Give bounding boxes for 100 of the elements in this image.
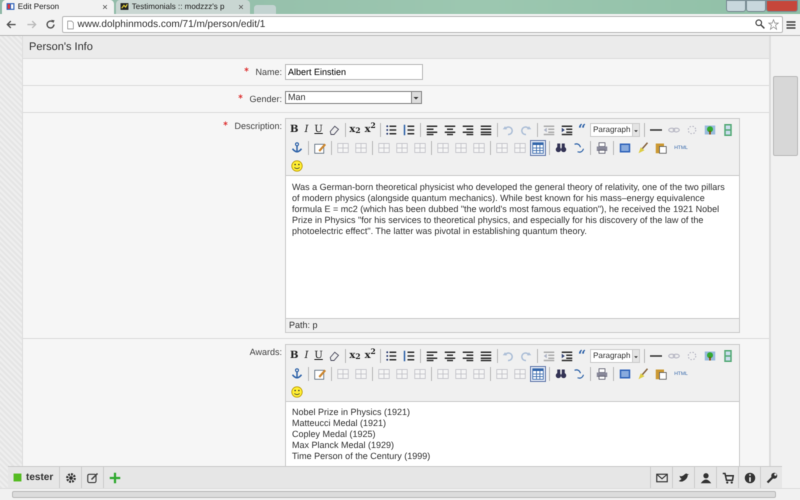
film-strip-icon	[722, 124, 734, 136]
table-grid-icon	[496, 368, 508, 380]
bold-button[interactable]: B	[289, 348, 300, 364]
edit-page-icon	[314, 368, 326, 380]
horizontal-scrollbar[interactable]	[0, 488, 800, 500]
table-grid-icon	[355, 368, 367, 380]
smiley-icon	[291, 386, 303, 398]
superscript-button[interactable]: x$^{2}$	[364, 348, 377, 364]
numbered-list-icon	[403, 350, 416, 362]
format-select[interactable]: Paragraph	[590, 122, 640, 136]
field-label: Gender:	[249, 94, 282, 104]
quote-button[interactable]: “	[577, 348, 588, 364]
panel-title: Person's Info	[23, 36, 769, 59]
undo-icon	[502, 124, 514, 136]
picture-icon	[704, 350, 716, 362]
redo-icon	[520, 124, 532, 136]
broom-icon	[637, 368, 649, 380]
numbered-list-icon	[403, 124, 416, 136]
cart-icon[interactable]	[722, 472, 734, 484]
outdent-icon	[543, 350, 555, 362]
printer-icon	[596, 142, 608, 154]
required-asterisk-icon	[244, 67, 250, 72]
plus-icon[interactable]	[108, 472, 121, 484]
picture-icon	[704, 124, 716, 136]
editor-text: Was a German-born theoretical physicist who developed the general theory of relativity, one of the two pillars of modern physics (alongside quantum mechanics). While best known for his mass–energy equivalence formula E = mc2 (which has been dubbed "the world's most famous equation"), he received the 1921 Nobel Prize in Physics "for his services to theoretical physics, and especially for his discovery of the law of the photoelectric effect". The latter was pivotal in establishing quantum theory.	[292, 182, 726, 236]
caret-icon	[633, 128, 640, 134]
align-left-icon	[426, 124, 438, 136]
mail-icon[interactable]	[656, 472, 668, 484]
table-grid-icon	[473, 368, 485, 380]
anchor-icon	[291, 368, 303, 380]
replace-arrows-icon	[573, 142, 585, 154]
underline-button[interactable]: U	[313, 348, 324, 364]
subscript-button[interactable]: x$_{2}$	[348, 122, 362, 138]
align-right-icon	[462, 350, 474, 362]
settings-icon[interactable]	[64, 472, 77, 484]
printer-icon	[596, 368, 608, 380]
field-label: Description:	[234, 120, 282, 130]
page-icon	[120, 2, 129, 12]
user-name[interactable]: tester	[22, 470, 60, 485]
user-icon[interactable]	[700, 472, 712, 484]
eraser-icon	[328, 124, 340, 136]
wrench-icon[interactable]	[766, 472, 778, 484]
quote-button[interactable]: “	[577, 122, 588, 138]
table-grid-icon	[414, 368, 426, 380]
minimize-button[interactable]	[726, 0, 746, 12]
table-grid-icon	[414, 142, 426, 154]
table-grid-icon	[437, 142, 449, 154]
scrollbar-thumb[interactable]	[12, 491, 776, 498]
url-field[interactable]: www.dolphinmods.com/71/m/person/edit/1	[62, 16, 782, 33]
edit-icon[interactable]	[86, 472, 99, 484]
scrollbar-thumb[interactable]	[773, 76, 798, 156]
table-button[interactable]	[530, 366, 546, 382]
redo-icon	[520, 350, 532, 362]
editor-text-line: Max Planck Medal (1929)	[292, 440, 396, 450]
smiley-button[interactable]	[289, 158, 305, 174]
align-center-icon	[444, 350, 456, 362]
superscript-button[interactable]: x$^{2}$	[364, 122, 377, 138]
italic-button[interactable]: I	[301, 122, 312, 138]
browser-tab[interactable]: Edit Person	[2, 0, 114, 14]
indent-icon	[561, 350, 573, 362]
editor-text-line: Time Person of the Century (1999)	[292, 450, 432, 462]
gender-select[interactable]: Man	[285, 91, 422, 104]
table-button[interactable]	[530, 140, 546, 156]
align-right-icon	[462, 124, 474, 136]
field-label: Name:	[255, 67, 282, 77]
menu-icon[interactable]	[785, 18, 798, 30]
vertical-scrollbar[interactable]	[770, 36, 800, 488]
print-button[interactable]	[594, 366, 610, 382]
bold-button[interactable]: B	[289, 122, 300, 138]
smiley-button[interactable]	[289, 384, 305, 400]
film-strip-icon	[722, 350, 734, 362]
subscript-button[interactable]: x$_{2}$	[348, 348, 362, 364]
back-icon[interactable]	[6, 19, 17, 30]
table-grid-icon	[337, 368, 349, 380]
table-grid-icon	[337, 142, 349, 154]
close-icon	[102, 4, 108, 10]
editor-text-line: Nobel Prize in Physics (1921)	[292, 406, 412, 418]
reload-icon[interactable]	[45, 19, 56, 30]
print-button[interactable]	[594, 140, 610, 156]
table-grid-icon	[437, 368, 449, 380]
table-grid-icon	[378, 368, 390, 380]
bird-icon[interactable]	[678, 472, 690, 484]
name-field[interactable]: Albert Einstien	[285, 64, 423, 80]
window-icon	[619, 142, 631, 154]
replace-arrows-icon	[573, 368, 585, 380]
underline-button[interactable]: U	[313, 122, 324, 138]
anchor-button[interactable]	[289, 366, 305, 382]
editor-path: Path: p	[286, 318, 739, 332]
info-icon[interactable]	[744, 472, 756, 484]
table-grid-icon	[532, 368, 544, 380]
italic-button[interactable]: I	[301, 348, 312, 364]
close-icon	[238, 4, 244, 10]
browser-tab[interactable]: Testimonials :: modzzz's p	[116, 0, 250, 14]
binoculars-icon	[555, 142, 567, 154]
anchor-button[interactable]	[289, 140, 305, 156]
page-icon	[6, 2, 15, 12]
format-select[interactable]: Paragraph	[590, 348, 640, 362]
justify-icon	[480, 350, 492, 362]
field-label: Awards:	[250, 346, 282, 356]
restore-button[interactable]	[746, 0, 766, 12]
